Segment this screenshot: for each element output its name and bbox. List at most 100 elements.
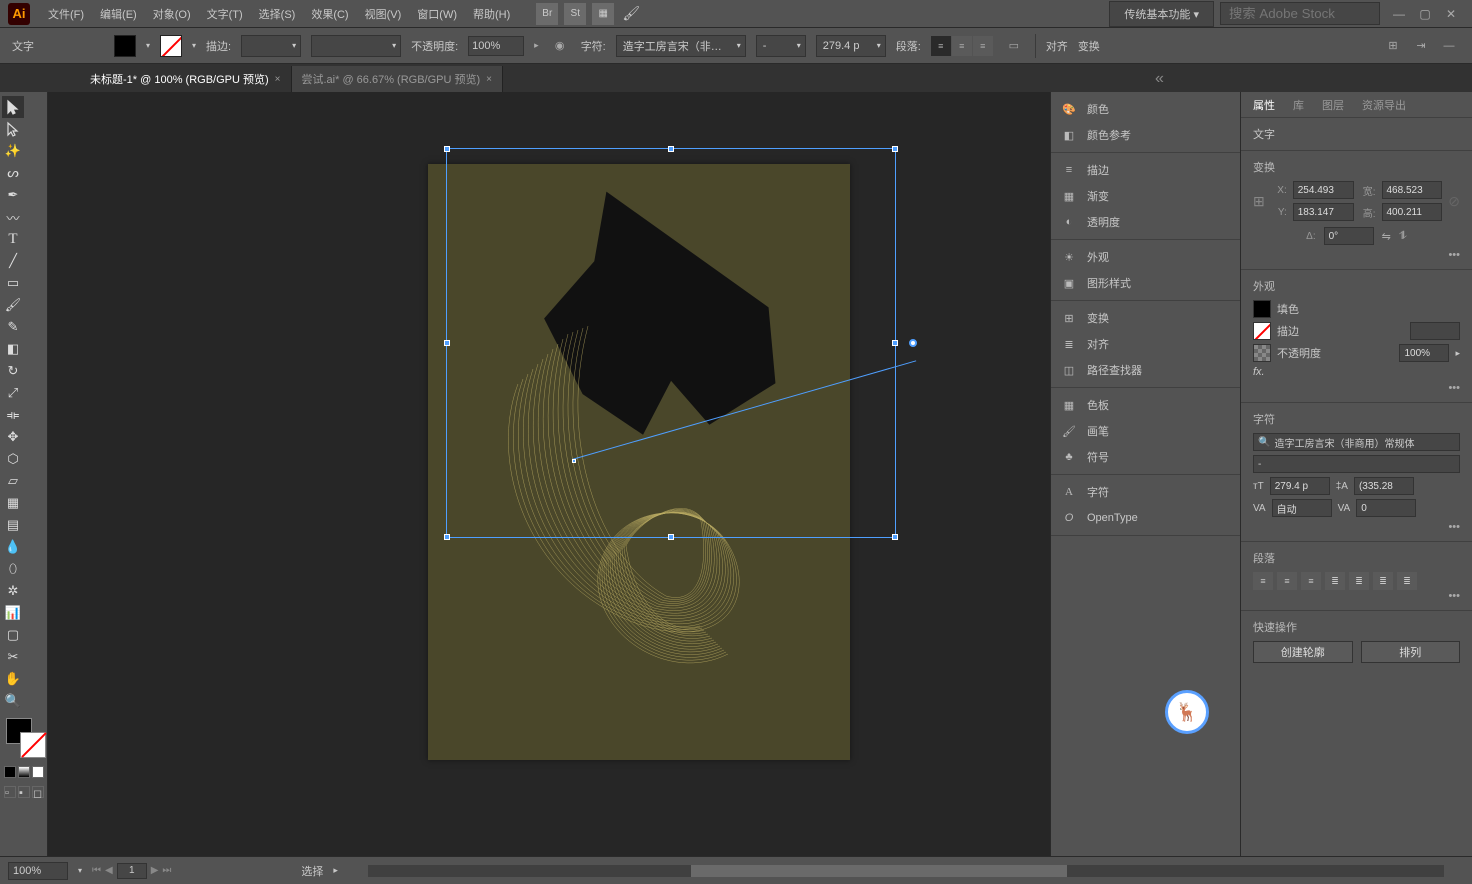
selection-handle[interactable] [444,340,450,346]
link-wh-icon[interactable]: ⊘ [1448,193,1460,210]
menu-object[interactable]: 对象(O) [145,0,199,28]
selection-handle[interactable] [668,146,674,152]
stroke-swatch[interactable] [1253,322,1271,340]
panel-character[interactable]: A字符 [1051,479,1240,505]
page-input[interactable] [117,863,147,879]
tab-close-icon[interactable]: × [486,74,492,85]
justify-center-icon[interactable]: ≣ [1349,572,1369,590]
menu-file[interactable]: 文件(F) [40,0,92,28]
menu-view[interactable]: 视图(V) [357,0,410,28]
justify-all-icon[interactable]: ≣ [1397,572,1417,590]
stroke-weight-input[interactable] [1410,322,1460,340]
free-transform-tool[interactable]: ✥ [2,426,24,448]
prev-page-icon[interactable]: ◀ [105,865,113,876]
panel-graphic-styles[interactable]: ▣图形样式 [1051,270,1240,296]
symbol-sprayer-tool[interactable]: ✲ [2,580,24,602]
width-input[interactable]: 468.523 [1382,181,1443,199]
align-center-icon[interactable]: ≡ [952,36,972,56]
draw-normal-icon[interactable]: ▫ [4,786,16,798]
draw-behind-icon[interactable]: ▪ [18,786,30,798]
leading-input[interactable]: (335.28 [1354,477,1414,495]
pref-icon[interactable]: — [1438,35,1460,57]
panel-symbols[interactable]: ♣符号 [1051,444,1240,470]
opacity-input[interactable] [468,36,524,56]
menu-help[interactable]: 帮助(H) [465,0,518,28]
more-options-icon[interactable]: ••• [1253,590,1460,602]
none-mode-icon[interactable] [32,766,44,778]
line-tool[interactable]: ╱ [2,250,24,272]
perspective-tool[interactable]: ▱ [2,470,24,492]
selection-handle[interactable] [892,534,898,540]
panel-transform[interactable]: ⊞变换 [1051,305,1240,331]
menu-type[interactable]: 文字(T) [199,0,251,28]
scrollbar-thumb[interactable] [691,865,1068,877]
arrange-docs-icon[interactable]: ▦ [592,3,614,25]
panel-appearance[interactable]: ☀外观 [1051,244,1240,270]
recolor-icon[interactable]: ◉ [549,35,571,57]
shape-builder-tool[interactable]: ⬡ [2,448,24,470]
justify-right-icon[interactable]: ≣ [1373,572,1393,590]
fill-swatch[interactable] [1253,300,1271,318]
selection-handle[interactable] [668,534,674,540]
font-size-dropdown[interactable]: 279.4 p [816,35,886,57]
selection-tool[interactable] [2,96,24,118]
eraser-tool[interactable]: ◧ [2,338,24,360]
last-page-icon[interactable]: ⏭ [162,865,171,876]
align-right-icon[interactable]: ≡ [1301,572,1321,590]
draw-inside-icon[interactable]: ◻ [32,786,44,798]
reference-point-icon[interactable]: ⊞ [1253,193,1265,210]
zoom-tool[interactable]: 🔍 [2,690,24,712]
align-right-icon[interactable]: ≡ [973,36,993,56]
close-icon[interactable]: ✕ [1438,4,1464,24]
panel-transparency[interactable]: ◐透明度 [1051,209,1240,235]
menu-window[interactable]: 窗口(W) [409,0,465,28]
tracking-input[interactable]: 0 [1356,499,1416,517]
align-left-icon[interactable]: ≡ [1253,572,1273,590]
eyedropper-tool[interactable]: 💧 [2,536,24,558]
fx-label[interactable]: fx. [1253,366,1265,378]
search-stock-input[interactable] [1220,2,1380,25]
lasso-tool[interactable]: ᔕ [2,162,24,184]
flip-h-icon[interactable]: ⇋ [1382,230,1391,243]
font-style-dropdown[interactable]: - [756,35,806,57]
artboard-tool[interactable]: ▢ [2,624,24,646]
paintbrush-tool[interactable]: 🖌 [2,294,24,316]
arrange-button[interactable]: 排列 [1361,641,1461,663]
tab-close-icon[interactable]: × [275,74,281,85]
tab-properties[interactable]: 属性 [1253,97,1275,113]
stroke-swatch[interactable] [160,35,182,57]
opacity-input[interactable]: 100% [1399,344,1449,362]
pen-tool[interactable]: ✒ [2,184,24,206]
panel-gradient[interactable]: ▦渐变 [1051,183,1240,209]
workspace-dropdown[interactable]: 传统基本功能 ▾ [1109,1,1214,27]
document-tab[interactable]: 未标题-1* @ 100% (RGB/GPU 预览) × [80,66,292,92]
rotate-handle[interactable] [909,339,917,347]
isolate-icon[interactable]: ⊞ [1382,35,1404,57]
blend-tool[interactable]: ⬯ [2,558,24,580]
width-tool[interactable]: ⟚ [2,404,24,426]
magic-wand-tool[interactable]: ✨ [2,140,24,162]
scale-tool[interactable]: ⤢ [2,382,24,404]
x-input[interactable]: 254.493 [1293,181,1354,199]
rotation-input[interactable]: 0° [1324,227,1374,245]
justify-left-icon[interactable]: ≣ [1325,572,1345,590]
selection-handle[interactable] [444,146,450,152]
font-size-input[interactable]: 279.4 p [1270,477,1330,495]
y-input[interactable]: 183.147 [1293,203,1354,221]
panel-align[interactable]: ≣对齐 [1051,331,1240,357]
selection-handle[interactable] [892,146,898,152]
fill-stroke-control[interactable] [2,718,45,762]
hand-tool[interactable]: ✋ [2,668,24,690]
stroke-color-icon[interactable] [20,732,46,758]
graph-tool[interactable]: 📊 [2,602,24,624]
gradient-mode-icon[interactable] [18,766,30,778]
rectangle-tool[interactable]: ▭ [2,272,24,294]
height-input[interactable]: 400.211 [1382,203,1443,221]
stroke-weight-dropdown[interactable] [241,35,301,57]
create-outlines-button[interactable]: 创建轮廓 [1253,641,1353,663]
align-left-icon[interactable]: ≡ [931,36,951,56]
maximize-icon[interactable]: ▢ [1412,4,1438,24]
fill-swatch[interactable] [114,35,136,57]
kerning-input[interactable]: 自动 [1272,499,1332,517]
horizontal-scrollbar[interactable] [368,865,1444,877]
